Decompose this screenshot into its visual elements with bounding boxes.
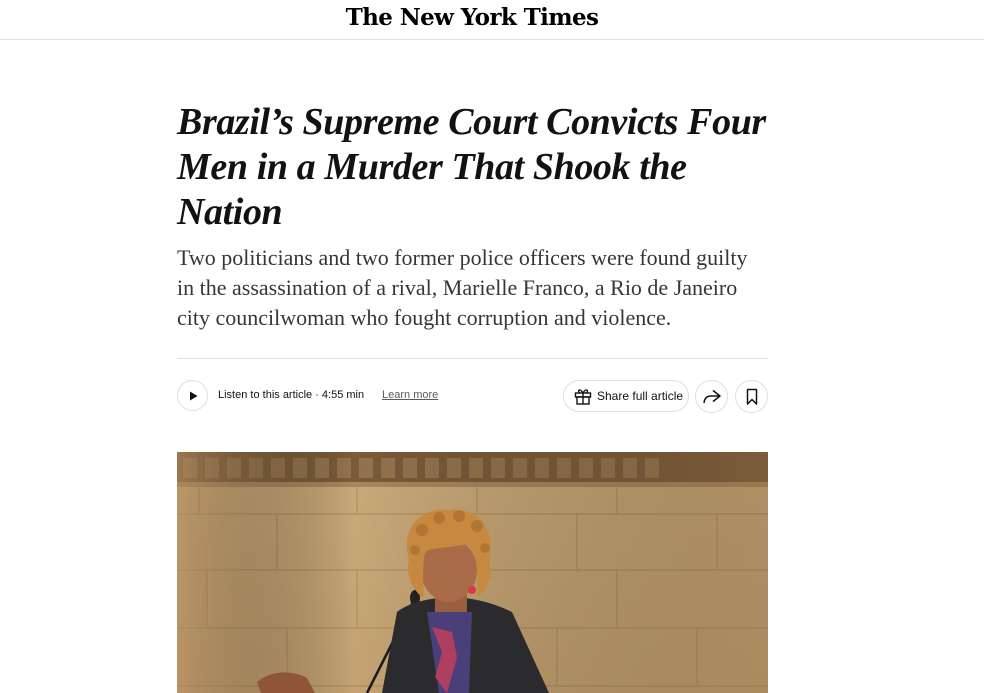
gift-icon: [573, 386, 593, 406]
divider: [177, 358, 768, 359]
nyt-logo[interactable]: The New York Times: [0, 4, 944, 31]
share-full-article-label: Share full article: [597, 389, 684, 403]
learn-more-link[interactable]: Learn more: [382, 388, 438, 402]
share-arrow-icon: [702, 389, 722, 405]
play-button[interactable]: [177, 380, 208, 411]
article-photo: [177, 452, 768, 693]
masthead: The New York Times: [0, 0, 984, 40]
share-full-article-button[interactable]: Share full article: [563, 380, 689, 412]
play-icon: [187, 390, 199, 402]
listen-label[interactable]: Listen to this article · 4:55 min: [218, 388, 364, 402]
share-button[interactable]: [695, 380, 728, 413]
photo-illustration: [177, 452, 768, 693]
save-bookmark-button[interactable]: [735, 380, 768, 413]
bookmark-icon: [745, 388, 759, 406]
article-summary: Two politicians and two former police of…: [177, 245, 748, 330]
article-headline: Brazil’s Supreme Court Convicts Four Men…: [177, 101, 766, 233]
